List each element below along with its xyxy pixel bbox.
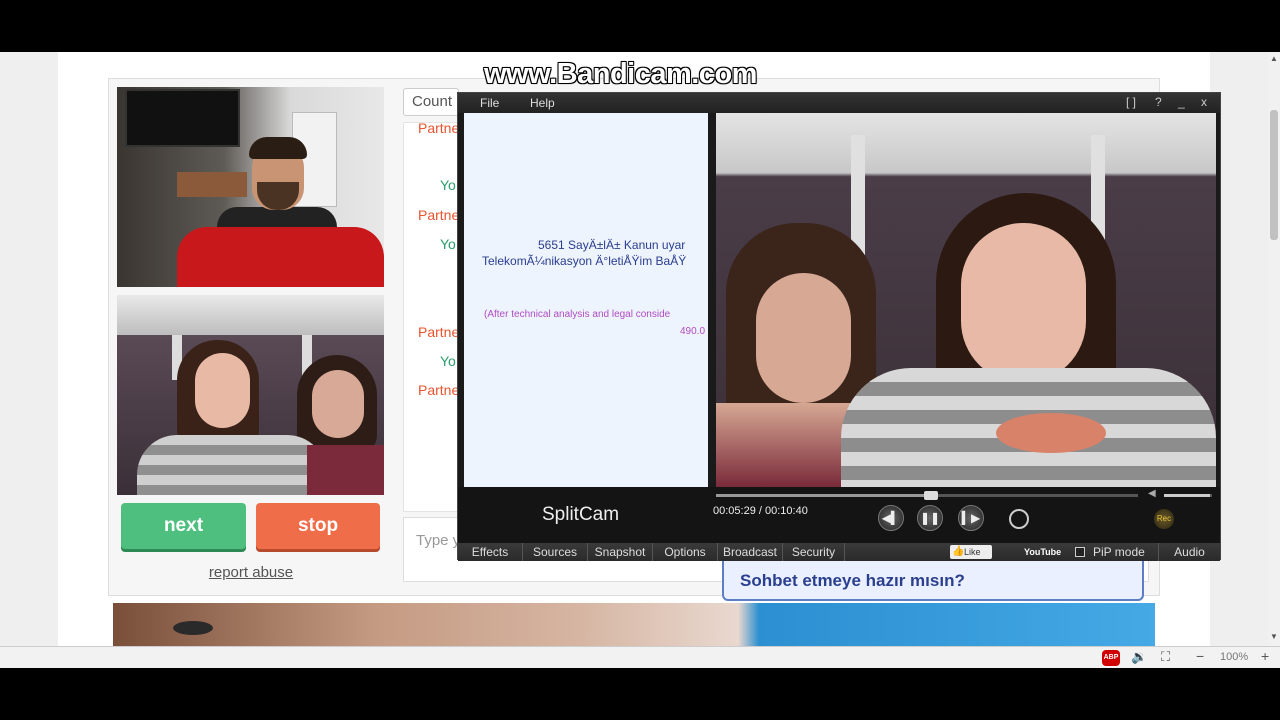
pip-checkbox[interactable] bbox=[1075, 547, 1085, 557]
splitcam-tabbar: Effects Sources Snapshot Options Broadca… bbox=[458, 543, 1220, 561]
timer-icon[interactable] bbox=[1009, 509, 1029, 529]
splitcam-menubar: File Help [ ] ? _ x bbox=[458, 93, 1220, 113]
splitcam-notice-panel: 5651 SayÄ±lÄ± Kanun uyar TelekomÃ¼nikasy… bbox=[464, 113, 708, 487]
volume-slider[interactable] bbox=[1164, 494, 1212, 497]
message-placeholder: Type y bbox=[416, 532, 461, 549]
seek-bar[interactable] bbox=[716, 491, 1138, 500]
report-abuse-link[interactable]: report abuse bbox=[176, 564, 326, 581]
tab-audio[interactable]: Audio bbox=[1158, 543, 1220, 561]
notice-line: TelekomÃ¼nikasyon Ä°letiÅŸim BaÅŸ bbox=[482, 254, 687, 268]
zoom-level: 100% bbox=[1220, 651, 1249, 663]
fullscreen-icon[interactable]: ⛶ bbox=[1161, 649, 1170, 665]
country-select[interactable]: Count bbox=[403, 88, 459, 116]
tab-broadcast[interactable]: Broadcast bbox=[718, 543, 783, 561]
splitcam-logo: SplitCam bbox=[542, 504, 620, 525]
splitcam-controls: SplitCam ◀ 00:05:29 / 00:10:40 ◀▍ ❚❚ ▍▶ … bbox=[458, 487, 1220, 543]
splitcam-window: File Help [ ] ? _ x 5651 SayÄ±lÄ± Kanun … bbox=[457, 92, 1221, 561]
chat-log-line: Partne bbox=[418, 324, 460, 340]
zoom-in-button[interactable]: + bbox=[1261, 648, 1269, 664]
self-video bbox=[117, 295, 384, 495]
chat-log-line: Yo bbox=[440, 236, 456, 252]
volume-icon[interactable]: ◀ bbox=[1148, 488, 1156, 499]
volume-slider-fill bbox=[1164, 494, 1210, 497]
tab-options[interactable]: Options bbox=[653, 543, 718, 561]
tab-sources[interactable]: Sources bbox=[523, 543, 588, 561]
stop-button[interactable]: stop bbox=[256, 503, 380, 549]
volume-icon[interactable]: 🔉 bbox=[1131, 649, 1147, 665]
adblock-icon[interactable]: ABP bbox=[1102, 650, 1120, 666]
chat-log-line: Partne bbox=[418, 120, 460, 136]
tab-snapshot[interactable]: Snapshot bbox=[588, 543, 653, 561]
minimize-button[interactable]: _ bbox=[1178, 95, 1185, 109]
pip-label: PiP mode bbox=[1093, 545, 1145, 559]
youtube-button[interactable]: YouTube bbox=[1024, 545, 1061, 559]
help-button[interactable]: ? bbox=[1155, 95, 1162, 109]
scroll-down-arrow[interactable]: ▼ bbox=[1270, 632, 1278, 641]
facebook-like-button[interactable]: 👍 Like bbox=[950, 545, 992, 559]
chat-log-line: Yo bbox=[440, 353, 456, 369]
tab-effects[interactable]: Effects bbox=[458, 543, 523, 561]
ad-banner-image[interactable] bbox=[113, 603, 1155, 646]
pause-icon[interactable]: ❚❚ bbox=[917, 505, 943, 531]
seek-bar-fill bbox=[716, 494, 932, 497]
chat-log-line: Yo bbox=[440, 177, 456, 193]
splitcam-preview-video bbox=[716, 113, 1216, 487]
maximize-button[interactable]: [ ] bbox=[1126, 95, 1136, 109]
forward-icon[interactable]: ▍▶ bbox=[958, 505, 984, 531]
zoom-out-button[interactable]: − bbox=[1196, 648, 1204, 664]
browser-statusbar: ABP 🔉 ⛶ − 100% + bbox=[0, 646, 1280, 668]
close-button[interactable]: x bbox=[1201, 95, 1207, 109]
ad-bubble-text: Sohbet etmeye hazır mısın? bbox=[740, 571, 965, 590]
seek-bar-thumb[interactable] bbox=[924, 491, 939, 500]
like-label: Like bbox=[964, 547, 981, 557]
bandicam-watermark: www.Bandicam.com bbox=[484, 58, 757, 90]
chat-log-line: Partne bbox=[418, 382, 460, 398]
rewind-icon[interactable]: ◀▍ bbox=[878, 505, 904, 531]
tab-security[interactable]: Security bbox=[783, 543, 845, 561]
time-display: 00:05:29 / 00:10:40 bbox=[713, 505, 808, 517]
thumbs-up-icon: 👍 bbox=[952, 546, 965, 557]
chat-log-line: Partne bbox=[418, 207, 460, 223]
scrollbar-thumb[interactable] bbox=[1270, 110, 1278, 240]
menu-help[interactable]: Help bbox=[530, 96, 555, 110]
notice-line: (After technical analysis and legal cons… bbox=[484, 309, 671, 320]
notice-line: 490.0 bbox=[680, 326, 706, 337]
rec-button[interactable]: Rec bbox=[1154, 509, 1174, 529]
notice-line: 5651 SayÄ±lÄ± Kanun uyar bbox=[538, 238, 686, 252]
page-scrollbar[interactable]: ▲ ▼ bbox=[1268, 52, 1280, 646]
scroll-up-arrow[interactable]: ▲ bbox=[1270, 54, 1278, 63]
partner-video bbox=[117, 87, 384, 287]
menu-file[interactable]: File bbox=[480, 96, 499, 110]
next-button[interactable]: next bbox=[121, 503, 246, 549]
